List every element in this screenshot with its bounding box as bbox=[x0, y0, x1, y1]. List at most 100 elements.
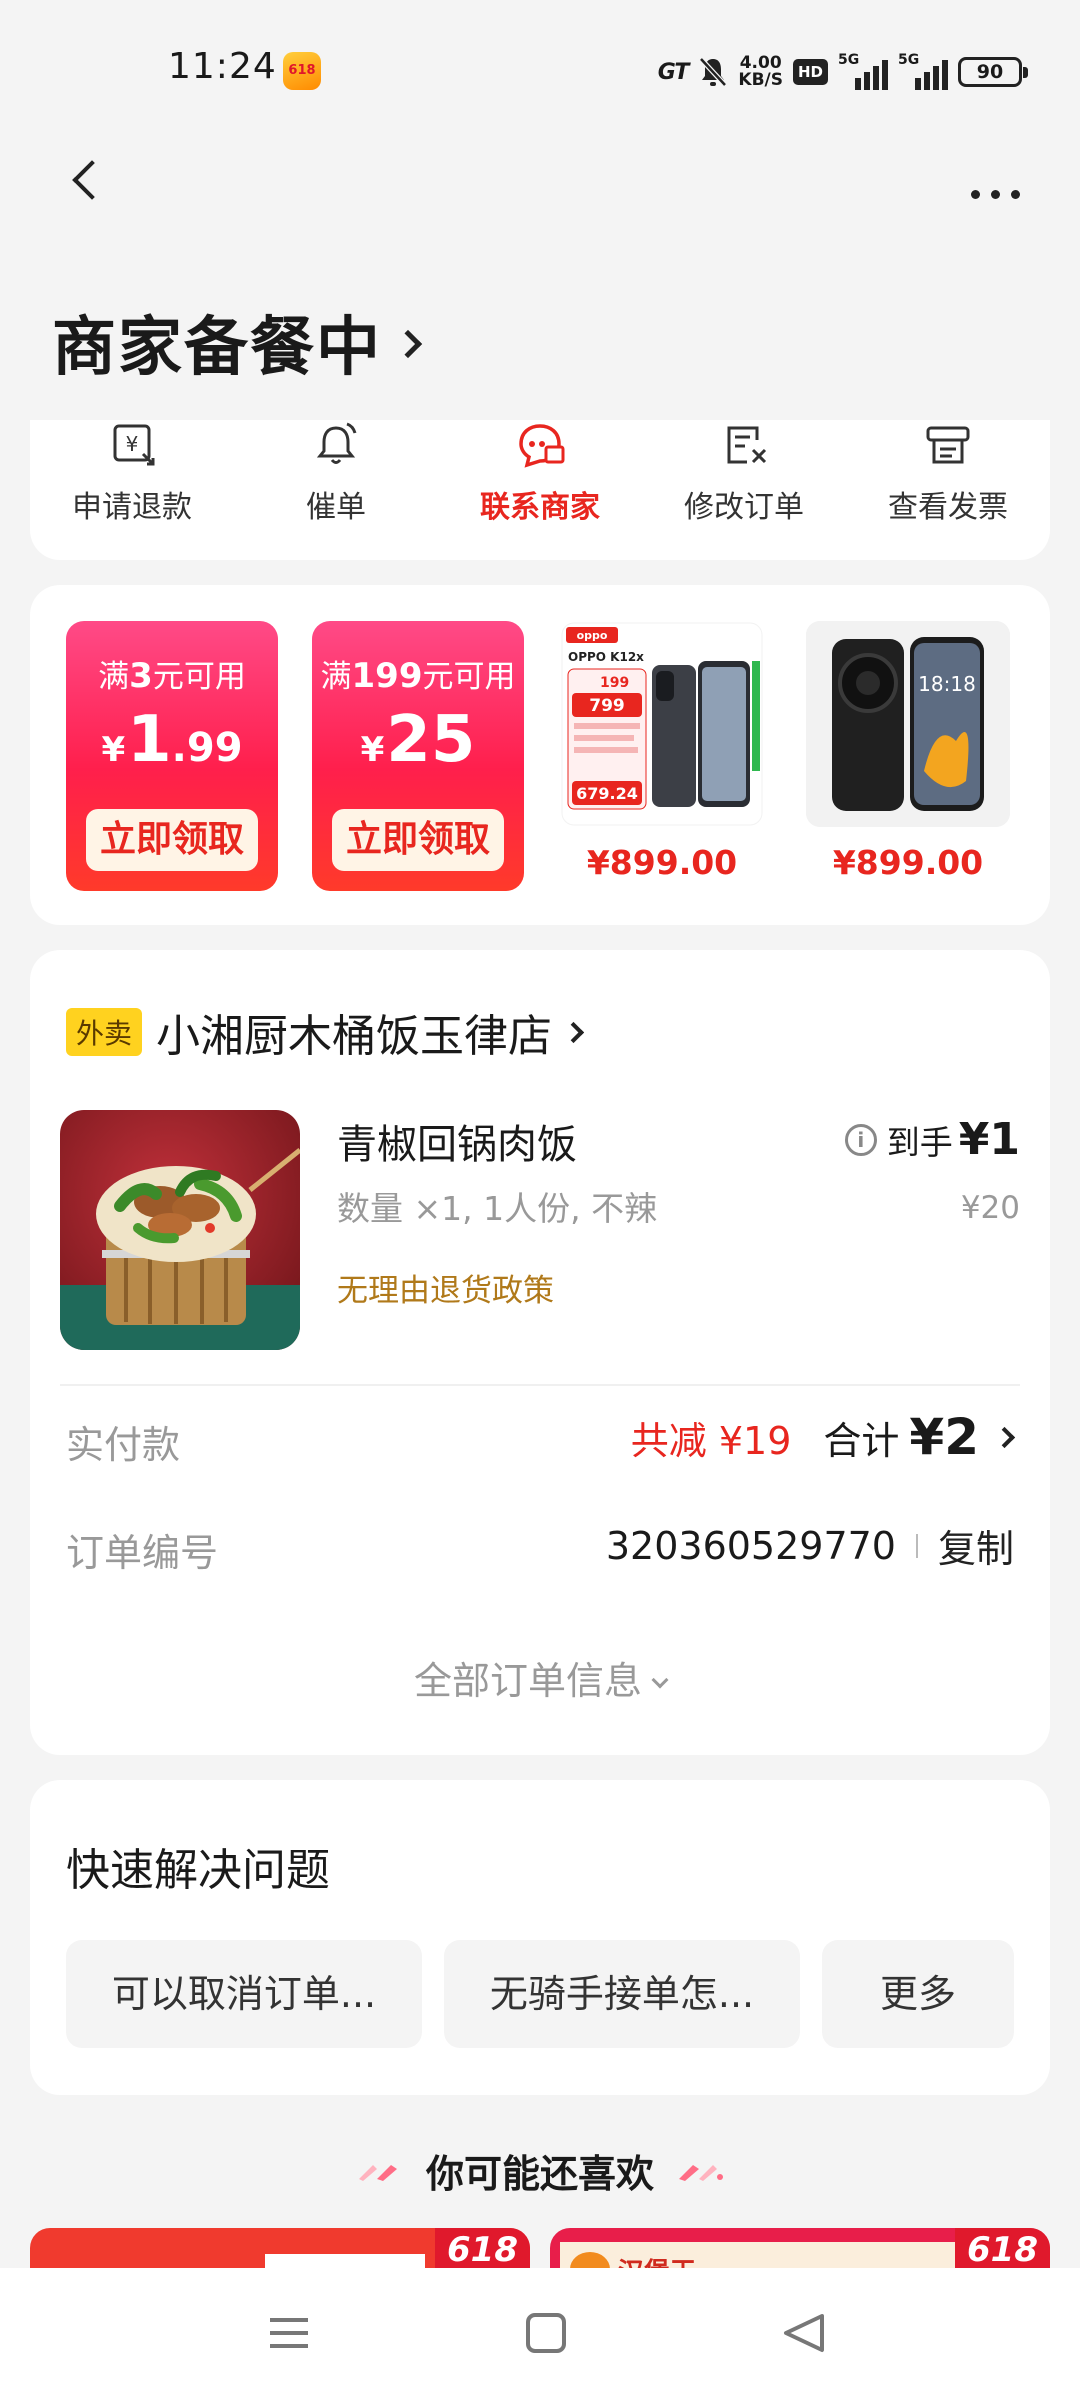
product-price: ¥899.00 bbox=[832, 843, 984, 882]
phone-image: 18:18 bbox=[806, 621, 1010, 827]
sparkle-left-icon bbox=[358, 2165, 397, 2181]
action-label: 联系商家 bbox=[480, 490, 600, 525]
status-time: 11:24 bbox=[168, 46, 277, 87]
discount-amount: 共减 ¥19 bbox=[630, 1418, 792, 1463]
apply-refund-button[interactable]: ¥ 申请退款 bbox=[30, 420, 234, 560]
shop-name-link[interactable]: 小湘厨木桶饭玉律店 bbox=[156, 1000, 585, 1064]
urge-order-button[interactable]: 催单 bbox=[234, 420, 438, 560]
order-actions-bar: ¥ 申请退款 催单 联系商家 修改订单 查看发票 bbox=[30, 420, 1050, 560]
sparkle-right-icon bbox=[679, 2165, 724, 2181]
618-badge: 618 bbox=[435, 2228, 530, 2272]
refund-icon: ¥ bbox=[113, 424, 155, 466]
original-price: ¥20 bbox=[960, 1190, 1020, 1226]
svg-text:679.24: 679.24 bbox=[576, 784, 638, 803]
signal-5g-icon-2: 5G bbox=[898, 52, 948, 92]
quick-cancel-order-button[interactable]: 可以取消订单... bbox=[66, 1940, 422, 2048]
home-square-icon bbox=[526, 2313, 566, 2353]
order-number-row: 320360529770 复制 bbox=[606, 1518, 1014, 1573]
order-status-title[interactable]: 商家备餐中 bbox=[52, 296, 423, 388]
svg-text:199: 199 bbox=[600, 675, 629, 691]
promo-section: 满3元可用 ¥1.99 立即领取 满199元可用 ¥25 立即领取 oppo O… bbox=[30, 585, 1050, 925]
recommend-title-text: 你可能还喜欢 bbox=[425, 2152, 654, 2196]
svg-text:799: 799 bbox=[589, 696, 625, 716]
signal-5g-icon: 5G bbox=[838, 52, 888, 92]
total-label: 合计 bbox=[823, 1418, 900, 1463]
hd-icon: HD bbox=[792, 59, 828, 85]
payment-summary[interactable]: 共减 ¥19 合计 ¥2 bbox=[630, 1408, 1016, 1466]
product-card[interactable]: 18:18 ¥899.00 bbox=[806, 621, 1010, 882]
status-icons: GT 4.00 KB/S HD 5G 5G 90 bbox=[657, 50, 1028, 94]
shop-name: 小湘厨木桶饭玉律店 bbox=[156, 1011, 552, 1062]
svg-text:¥: ¥ bbox=[126, 432, 139, 456]
more-icon[interactable] bbox=[960, 172, 1030, 216]
recommend-title: 你可能还喜欢 bbox=[0, 2143, 1080, 2198]
menu-icon bbox=[270, 2318, 308, 2348]
network-speed: 4.00 KB/S bbox=[738, 55, 783, 89]
coupon-amount: ¥1.99 bbox=[101, 703, 243, 777]
separator bbox=[915, 1533, 918, 1558]
back-nav-button[interactable] bbox=[744, 2268, 864, 2400]
quick-more-button[interactable]: 更多 bbox=[822, 1940, 1014, 2048]
coupon-card[interactable]: 满199元可用 ¥25 立即领取 bbox=[312, 621, 524, 891]
contact-merchant-button[interactable]: 联系商家 bbox=[438, 420, 642, 560]
claim-coupon-button[interactable]: 立即领取 bbox=[86, 809, 258, 871]
gt-mode-icon: GT bbox=[657, 59, 690, 85]
back-icon[interactable] bbox=[58, 150, 118, 210]
product-card[interactable]: oppo OPPO K12x 199 799 679.24 ¥899.00 bbox=[560, 621, 764, 882]
total-amount: ¥2 bbox=[909, 1408, 979, 1466]
order-status-text: 商家备餐中 bbox=[52, 311, 382, 385]
dish-spec: 数量 ×1, 1人份, 不辣 bbox=[337, 1189, 658, 1228]
quick-no-rider-button[interactable]: 无骑手接单怎... bbox=[444, 1940, 800, 2048]
quick-solve-card: 快速解决问题 可以取消订单... 无骑手接单怎... 更多 bbox=[30, 1780, 1050, 2095]
action-label: 催单 bbox=[306, 490, 366, 525]
mute-bell-icon bbox=[699, 57, 728, 87]
all-order-info-label: 全部订单信息 bbox=[413, 1659, 642, 1703]
chevron-right-icon bbox=[393, 329, 423, 359]
order-no-label: 订单编号 bbox=[66, 1531, 219, 1575]
coupon-condition: 满3元可用 bbox=[98, 656, 246, 696]
network-speed-unit: KB/S bbox=[738, 70, 783, 90]
product-price: ¥899.00 bbox=[586, 843, 738, 882]
menu-nav-button[interactable] bbox=[228, 2268, 348, 2400]
chevron-down-icon bbox=[651, 1671, 669, 1689]
return-policy[interactable]: 无理由退货政策 bbox=[337, 1265, 554, 1310]
bell-icon bbox=[316, 422, 357, 464]
system-nav-bar bbox=[0, 2268, 1080, 2400]
status-bar: 11:24 618 GT 4.00 KB/S HD 5G 5G 90 bbox=[0, 0, 1080, 120]
chevron-right-icon bbox=[562, 1021, 585, 1043]
chevron-right-icon bbox=[993, 1426, 1016, 1448]
edit-order-icon bbox=[727, 426, 767, 464]
taobao-app-icon: 618 bbox=[283, 52, 321, 90]
paid-label: 实付款 bbox=[66, 1423, 181, 1467]
divider bbox=[60, 1384, 1020, 1386]
action-label: 修改订单 bbox=[684, 490, 804, 525]
quick-solve-title: 快速解决问题 bbox=[66, 1845, 330, 1896]
coupon-card[interactable]: 满3元可用 ¥1.99 立即领取 bbox=[66, 621, 278, 891]
claim-coupon-button[interactable]: 立即领取 bbox=[332, 809, 504, 871]
coupon-condition: 满199元可用 bbox=[320, 656, 516, 696]
order-number: 320360529770 bbox=[605, 1523, 896, 1568]
info-icon[interactable]: i bbox=[844, 1123, 877, 1156]
phone-ad-image: oppo OPPO K12x 199 799 679.24 bbox=[560, 621, 764, 827]
dish-image[interactable] bbox=[60, 1110, 300, 1350]
svg-text:oppo: oppo bbox=[577, 629, 608, 642]
merchant-chat-icon bbox=[519, 424, 565, 468]
final-price-label: 到手 bbox=[886, 1122, 953, 1162]
action-label: 申请退款 bbox=[72, 490, 192, 525]
back-triangle-icon bbox=[784, 2314, 824, 2352]
dish-name[interactable]: 青椒回锅肉饭 bbox=[337, 1112, 577, 1170]
action-label: 查看发票 bbox=[888, 490, 1008, 525]
view-invoice-button[interactable]: 查看发票 bbox=[846, 420, 1050, 560]
svg-text:OPPO K12x: OPPO K12x bbox=[568, 650, 644, 664]
battery-icon: 90 bbox=[958, 57, 1028, 87]
invoice-icon bbox=[926, 426, 970, 464]
copy-button[interactable]: 复制 bbox=[938, 1518, 1014, 1573]
final-price: i 到手 ¥1 bbox=[844, 1114, 1020, 1165]
home-nav-button[interactable] bbox=[486, 2268, 606, 2400]
modify-order-button[interactable]: 修改订单 bbox=[642, 420, 846, 560]
final-price-value: ¥1 bbox=[958, 1114, 1020, 1165]
coupon-amount: ¥25 bbox=[360, 703, 476, 777]
order-card: 外卖 小湘厨木桶饭玉律店 青椒回锅肉饭 数量 ×1, 1人份, 不辣 无理由退货… bbox=[30, 950, 1050, 1755]
all-order-info-toggle[interactable]: 全部订单信息 bbox=[30, 1650, 1050, 1705]
waimai-tag: 外卖 bbox=[66, 1008, 143, 1056]
